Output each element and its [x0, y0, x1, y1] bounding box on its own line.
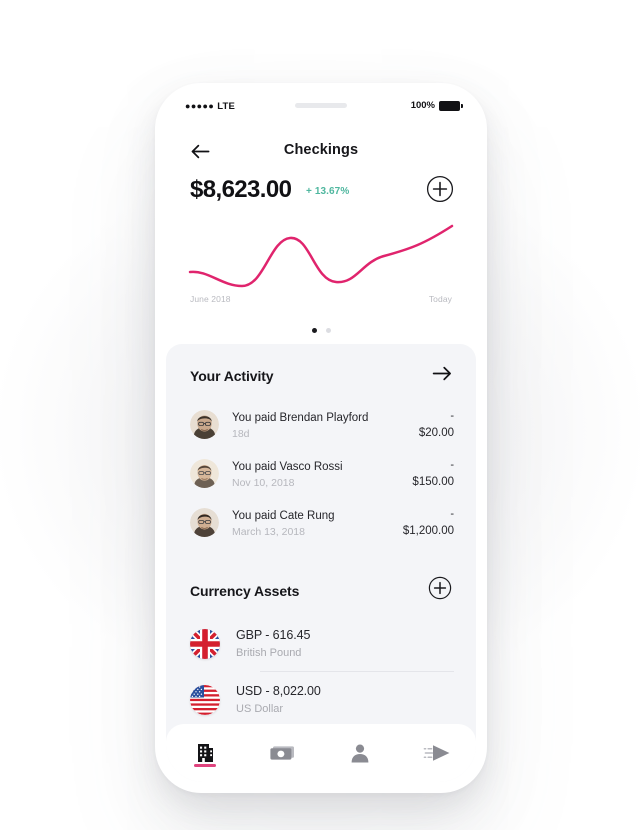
page-title: Checkings [283, 142, 359, 158]
avatar [190, 508, 219, 537]
avatar-brendan-icon [190, 410, 219, 439]
balance-chart: June 2018 Today [166, 210, 476, 320]
transaction-title: You paid Cate Rung [232, 510, 335, 522]
nav-item-send[interactable] [399, 724, 477, 782]
balance-amount: $8,623.00 [190, 176, 292, 203]
table-row[interactable]: You paid Vasco Rossi Nov 10, 2018 - $150… [190, 449, 454, 498]
carrier-label: LTE [217, 101, 236, 112]
transaction-sign: - [450, 507, 454, 520]
transaction-date: 18d [232, 428, 250, 440]
battery-icon [439, 101, 463, 111]
status-bar: ●●●●● LTE 100% [166, 94, 476, 128]
add-account-button[interactable] [426, 175, 454, 203]
nav-item-profile[interactable] [321, 724, 399, 782]
battery-percent-label: 100% [410, 100, 435, 112]
bottom-navigation [166, 724, 476, 782]
flag-us-svg [190, 685, 220, 715]
chart-end-label: Today [428, 294, 452, 304]
balance-row: $8,623.00 + 13.67% [166, 173, 476, 213]
status-left: ●●●●● LTE [185, 102, 235, 112]
transaction-value: $20.00 [418, 426, 454, 439]
avatar [190, 459, 219, 488]
send-icon [423, 745, 450, 761]
transaction-sign: - [450, 409, 454, 422]
currency-text: USD - 8,022.00 US Dollar [236, 683, 476, 717]
activity-title: Your Activity [190, 368, 274, 384]
add-currency-button[interactable] [428, 576, 452, 605]
transaction-title: You paid Brendan Playford [232, 412, 369, 424]
bank-building-icon [197, 744, 213, 762]
signal-strength-icon: ●●●●● [185, 101, 215, 112]
transaction-date: March 13, 2018 [232, 526, 305, 538]
phone-frame: ●●●●● LTE 100% Checkings $8,623.00 + 13.… [155, 83, 487, 793]
list-item[interactable]: USD - 8,022.00 US Dollar [190, 672, 476, 728]
currency-amount: GBP - 616.45 [236, 628, 311, 642]
speaker-grille [295, 103, 347, 108]
currency-amount: USD - 8,022.00 [236, 684, 321, 698]
plus-circle-icon [426, 175, 454, 203]
activity-list: You paid Brendan Playford 18d - $20.00 Y… [166, 400, 476, 547]
carousel-dot-2[interactable] [325, 328, 331, 333]
activity-header: Your Activity [190, 366, 452, 386]
transaction-value: $1,200.00 [402, 524, 454, 537]
currency-name: US Dollar [236, 703, 284, 715]
transaction-amount: - $1,200.00 [397, 507, 454, 539]
transaction-text: You paid Cate Rung March 13, 2018 [232, 506, 397, 539]
transaction-title: You paid Vasco Rossi [232, 461, 343, 473]
flag-gb-icon [190, 629, 220, 659]
table-row[interactable]: You paid Brendan Playford 18d - $20.00 [190, 400, 454, 449]
currency-assets-header: Currency Assets [190, 576, 452, 605]
flag-gb-svg [190, 629, 220, 659]
nav-item-cash[interactable] [244, 724, 322, 782]
table-row[interactable]: You paid Cate Rung March 13, 2018 - $1,2… [190, 498, 454, 547]
chart-start-label: June 2018 [190, 294, 231, 304]
chart-line-balance [188, 224, 454, 288]
carousel-dot-1[interactable] [311, 328, 317, 333]
avatar-cate-icon [190, 508, 219, 537]
plus-circle-icon [428, 576, 452, 600]
transaction-value: $150.00 [412, 475, 454, 488]
transaction-date: Nov 10, 2018 [232, 477, 295, 489]
avatar [190, 410, 219, 439]
cash-icon [270, 746, 295, 760]
phone-screen: ●●●●● LTE 100% Checkings $8,623.00 + 13.… [166, 94, 476, 782]
nav-item-accounts[interactable] [166, 724, 244, 782]
currency-assets-list: GBP - 616.45 British Pound USD - 8,022.0… [166, 616, 476, 728]
currency-name: British Pound [236, 647, 302, 659]
transaction-text: You paid Brendan Playford 18d [232, 408, 413, 441]
transaction-amount: - $20.00 [413, 409, 454, 441]
app-top-bar: Checkings [166, 132, 476, 170]
person-icon [351, 744, 369, 763]
list-item[interactable]: GBP - 616.45 British Pound [190, 616, 476, 672]
avatar-vasco-icon [190, 459, 219, 488]
phone-notch [247, 94, 395, 118]
content-sheet: Your Activity You paid Brendan Playford … [166, 344, 476, 782]
carousel-dots[interactable] [166, 328, 476, 333]
transaction-text: You paid Vasco Rossi Nov 10, 2018 [232, 457, 406, 490]
activity-see-all-button[interactable] [432, 366, 452, 386]
status-right: 100% [410, 100, 463, 112]
flag-us-icon [190, 685, 220, 715]
currency-assets-title: Currency Assets [190, 582, 300, 599]
transaction-amount: - $150.00 [406, 458, 454, 490]
arrow-right-icon [432, 366, 451, 381]
balance-change-badge: + 13.67% [306, 186, 350, 197]
currency-text: GBP - 616.45 British Pound [236, 627, 476, 661]
nav-active-indicator [193, 764, 216, 767]
transaction-sign: - [450, 458, 454, 471]
